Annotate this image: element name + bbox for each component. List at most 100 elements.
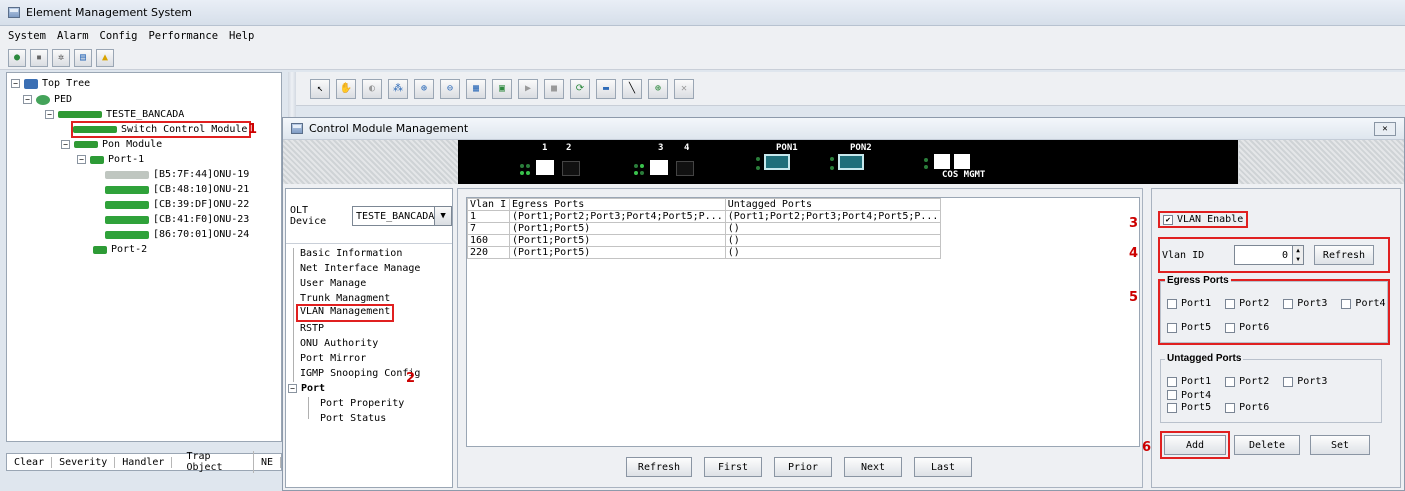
zoom-in-icon[interactable]: ⊕ bbox=[414, 78, 434, 99]
untagged-port2-checkbox[interactable]: Port2 bbox=[1225, 376, 1269, 387]
menu-config[interactable]: Config bbox=[100, 30, 138, 42]
tree-pon-module[interactable]: − Pon Module bbox=[61, 138, 162, 151]
checkmark-icon[interactable]: ✔ bbox=[1163, 214, 1173, 225]
egress-port5-checkbox[interactable]: Port5 bbox=[1167, 322, 1211, 333]
table-row[interactable]: 220 (Port1;Port5) () bbox=[467, 246, 942, 259]
delete-icon[interactable]: ✕ bbox=[674, 78, 694, 99]
settings-icon[interactable]: ✲ bbox=[52, 48, 70, 67]
first-page-button[interactable]: First bbox=[704, 457, 762, 477]
tree-root[interactable]: − Top Tree bbox=[11, 77, 90, 90]
layout-icon[interactable]: ⁂ bbox=[388, 78, 408, 99]
nav-igmp-snooping[interactable]: IGMP Snooping Config bbox=[300, 368, 420, 382]
tree-port-1[interactable]: − Port-1 bbox=[77, 153, 144, 166]
pon-port-2[interactable] bbox=[838, 154, 864, 170]
alarm-warning-icon[interactable]: ▲ bbox=[96, 48, 114, 67]
mgmt-port[interactable] bbox=[954, 154, 970, 169]
select-cursor-icon[interactable]: ↖ bbox=[310, 78, 330, 99]
tree-onu[interactable]: [86:70:01]ONU-24 bbox=[105, 228, 249, 241]
collapse-icon[interactable]: − bbox=[45, 110, 54, 119]
nav-port-status[interactable]: Port Status bbox=[320, 413, 386, 427]
ethernet-port-2[interactable] bbox=[562, 161, 580, 176]
collapse-icon[interactable]: − bbox=[288, 384, 297, 393]
menu-system[interactable]: System bbox=[8, 30, 46, 42]
set-button[interactable]: Set bbox=[1310, 435, 1370, 455]
alarm-col-ne[interactable]: NE bbox=[254, 456, 281, 468]
device-add-icon[interactable]: ▬ bbox=[596, 78, 616, 99]
nav-vlan-management[interactable]: VLAN Management bbox=[295, 304, 395, 322]
forward-icon[interactable]: ▶ bbox=[518, 78, 538, 99]
tree-onu[interactable]: [CB:41:F0]ONU-23 bbox=[105, 213, 249, 226]
ethernet-port-1[interactable] bbox=[536, 160, 554, 175]
nav-rstp[interactable]: RSTP bbox=[300, 323, 324, 337]
untagged-port6-checkbox[interactable]: Port6 bbox=[1225, 402, 1269, 413]
tree-onu[interactable]: [CB:48:10]ONU-21 bbox=[105, 183, 249, 196]
tree-site[interactable]: − TESTE_BANCADA bbox=[45, 108, 184, 121]
nav-trunk-management[interactable]: Trunk Managment bbox=[300, 293, 390, 307]
topology-icon[interactable]: ● bbox=[8, 48, 26, 67]
collapse-icon[interactable]: − bbox=[77, 155, 86, 164]
nav-port-mirror[interactable]: Port Mirror bbox=[300, 353, 366, 367]
alarm-col-severity[interactable]: Severity bbox=[52, 456, 116, 468]
spinner-arrows-icon[interactable]: ▲ ▼ bbox=[1292, 246, 1303, 264]
nav-port-group[interactable]: − Port bbox=[288, 383, 325, 394]
nav-onu-authority[interactable]: ONU Authority bbox=[300, 338, 378, 352]
menu-help[interactable]: Help bbox=[229, 30, 254, 42]
table-row[interactable]: 160 (Port1;Port5) () bbox=[467, 234, 942, 247]
pon-port-1[interactable] bbox=[764, 154, 790, 170]
ethernet-port-3[interactable] bbox=[650, 160, 668, 175]
last-page-button[interactable]: Last bbox=[914, 457, 972, 477]
refresh-icon[interactable]: ⟳ bbox=[570, 78, 590, 99]
collapse-icon[interactable]: − bbox=[23, 95, 32, 104]
untagged-port4-checkbox[interactable]: Port4 bbox=[1167, 390, 1211, 401]
vlan-id-stepper[interactable]: 0 ▲ ▼ bbox=[1234, 245, 1304, 265]
table-row[interactable]: 1 (Port1;Port2;Port3;Port4;Port5;P... (P… bbox=[467, 210, 942, 223]
report-icon[interactable]: ▤ bbox=[74, 48, 92, 67]
collapse-icon[interactable]: − bbox=[11, 79, 20, 88]
delete-button[interactable]: Delete bbox=[1234, 435, 1300, 455]
egress-port1-checkbox[interactable]: Port1 bbox=[1167, 298, 1211, 309]
nav-net-interface[interactable]: Net Interface Manage bbox=[300, 263, 420, 277]
alarm-col-handler[interactable]: Handler bbox=[115, 456, 173, 468]
menu-performance[interactable]: Performance bbox=[148, 30, 218, 42]
untagged-port5-checkbox[interactable]: Port5 bbox=[1167, 402, 1211, 413]
nav-basic-information[interactable]: Basic Information bbox=[300, 248, 402, 262]
tree-onu[interactable]: [B5:7F:44]ONU-19 bbox=[105, 168, 249, 181]
grid-icon[interactable]: ▦ bbox=[466, 78, 486, 99]
add-icon[interactable]: ⊕ bbox=[648, 78, 668, 99]
egress-port3-checkbox[interactable]: Port3 bbox=[1283, 298, 1327, 309]
alarm-col-trap-object[interactable]: Trap Object bbox=[172, 451, 254, 473]
menu-alarm[interactable]: Alarm bbox=[57, 30, 89, 42]
console-port[interactable] bbox=[934, 154, 950, 169]
alarm-col-clear[interactable]: Clear bbox=[7, 456, 53, 468]
egress-port4-checkbox[interactable]: Port4 bbox=[1341, 298, 1386, 309]
egress-port2-checkbox[interactable]: Port2 bbox=[1225, 298, 1269, 309]
olt-device-select[interactable]: TESTE_BANCADA ▼ bbox=[352, 206, 452, 226]
tree-port-2[interactable]: Port-2 bbox=[93, 243, 147, 256]
link-icon[interactable]: ╲ bbox=[622, 78, 642, 99]
nav-port-properity[interactable]: Port Properity bbox=[320, 398, 404, 412]
tree-onu[interactable]: [CB:39:DF]ONU-22 bbox=[105, 198, 249, 211]
prior-page-button[interactable]: Prior bbox=[774, 457, 832, 477]
table-refresh-button[interactable]: Refresh bbox=[626, 457, 692, 477]
pan-hand-icon[interactable]: ✋ bbox=[336, 78, 356, 99]
ethernet-port-4[interactable] bbox=[676, 161, 694, 176]
zoom-fit-icon[interactable]: ◐ bbox=[362, 78, 382, 99]
col-vlan-id[interactable]: Vlan I bbox=[467, 198, 510, 211]
untagged-port1-checkbox[interactable]: Port1 bbox=[1167, 376, 1211, 387]
col-egress-ports[interactable]: Egress Ports bbox=[509, 198, 726, 211]
device-icon[interactable]: ▪ bbox=[30, 48, 48, 67]
egress-port6-checkbox[interactable]: Port6 bbox=[1225, 322, 1269, 333]
add-button[interactable]: Add bbox=[1164, 435, 1226, 455]
tree-device[interactable]: − PED bbox=[23, 93, 72, 106]
nav-user-manage[interactable]: User Manage bbox=[300, 278, 366, 292]
chevron-down-icon[interactable]: ▼ bbox=[434, 207, 451, 225]
next-page-button[interactable]: Next bbox=[844, 457, 902, 477]
overview-icon[interactable]: ▣ bbox=[492, 78, 512, 99]
zoom-out-icon[interactable]: ⊖ bbox=[440, 78, 460, 99]
vlan-refresh-button[interactable]: Refresh bbox=[1314, 245, 1374, 265]
vlan-enable-checkbox[interactable]: ✔ VLAN Enable bbox=[1157, 211, 1249, 228]
tree-switch-control-module[interactable]: Switch Control Module bbox=[70, 121, 252, 138]
table-row[interactable]: 7 (Port1;Port5) () bbox=[467, 222, 942, 235]
col-untagged-ports[interactable]: Untagged Ports bbox=[724, 198, 942, 211]
save-icon[interactable]: ■ bbox=[544, 78, 564, 99]
